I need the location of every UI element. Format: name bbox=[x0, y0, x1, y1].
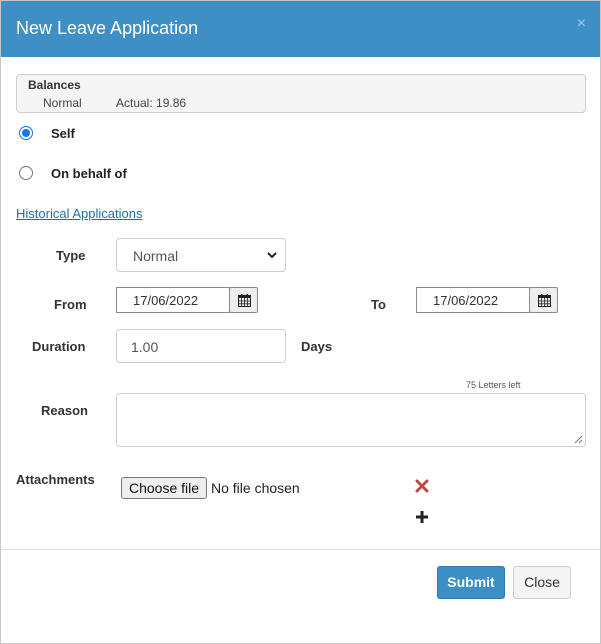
self-label: Self bbox=[51, 126, 75, 141]
submit-button[interactable]: Submit bbox=[437, 566, 505, 599]
calendar-icon bbox=[538, 294, 551, 307]
balances-panel: Balances Normal Actual: 19.86 bbox=[16, 74, 586, 113]
modal-header: New Leave Application × bbox=[1, 1, 600, 57]
from-calendar-button[interactable] bbox=[229, 287, 258, 313]
balances-title: Balances bbox=[28, 78, 81, 92]
balance-actual: Actual: 19.86 bbox=[116, 96, 187, 110]
balance-leave-type: Normal bbox=[43, 96, 82, 110]
on-behalf-radio[interactable] bbox=[19, 166, 33, 180]
close-icon[interactable]: × bbox=[577, 16, 586, 32]
to-label: To bbox=[371, 297, 386, 312]
duration-value: 1.00 bbox=[131, 339, 159, 355]
attachments-label: Attachments bbox=[16, 472, 95, 487]
footer-divider bbox=[1, 549, 600, 550]
chevron-down-icon bbox=[267, 252, 277, 259]
duration-label: Duration bbox=[32, 339, 86, 354]
reason-textarea[interactable] bbox=[116, 393, 586, 447]
to-date-value: 17/06/2022 bbox=[433, 293, 499, 308]
leave-application-modal: New Leave Application × Balances Normal … bbox=[0, 0, 601, 644]
choose-file-button[interactable]: Choose file bbox=[121, 477, 207, 499]
to-date-input[interactable]: 17/06/2022 bbox=[416, 287, 530, 313]
reason-label: Reason bbox=[41, 403, 88, 418]
modal-title: New Leave Application bbox=[16, 18, 199, 38]
plus-icon[interactable] bbox=[415, 510, 429, 524]
from-date-value: 17/06/2022 bbox=[133, 293, 199, 308]
close-button[interactable]: Close bbox=[513, 566, 571, 599]
resize-handle-icon[interactable] bbox=[574, 435, 583, 444]
remove-icon[interactable] bbox=[415, 479, 429, 493]
to-calendar-button[interactable] bbox=[529, 287, 558, 313]
no-file-chosen-text: No file chosen bbox=[211, 480, 300, 496]
from-label: From bbox=[54, 297, 87, 312]
self-radio[interactable] bbox=[19, 126, 33, 140]
duration-unit: Days bbox=[301, 339, 333, 354]
type-select[interactable]: Normal bbox=[116, 238, 286, 272]
duration-input[interactable]: 1.00 bbox=[116, 329, 286, 363]
calendar-icon bbox=[238, 294, 251, 307]
type-select-value: Normal bbox=[133, 248, 179, 264]
from-date-input[interactable]: 17/06/2022 bbox=[116, 287, 230, 313]
historical-applications-link[interactable]: Historical Applications bbox=[16, 206, 142, 221]
letters-left-counter: 75 Letters left bbox=[466, 380, 521, 390]
on-behalf-label: On behalf of bbox=[51, 166, 127, 181]
type-label: Type bbox=[56, 248, 86, 263]
